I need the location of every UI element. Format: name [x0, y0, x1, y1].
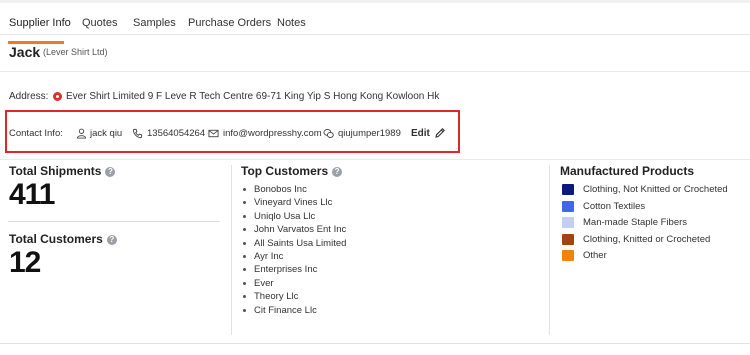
edit-contact-button[interactable]: Edit [411, 128, 430, 139]
phone-icon [132, 128, 143, 139]
list-item: Ayr Inc [241, 251, 346, 264]
top-customers-list: Bonobos Inc Vineyard Vines Llc Uniqlo Us… [241, 184, 346, 318]
supplier-company: (Lever Shirt Ltd) [43, 47, 108, 57]
help-icon[interactable]: ? [105, 167, 116, 177]
tab-purchase-orders[interactable]: Purchase Orders [188, 17, 271, 29]
manufactured-products-title: Manufactured Products [560, 164, 695, 178]
tab-samples[interactable]: Samples [133, 17, 176, 29]
column-divider [231, 165, 232, 335]
legend-label: Other [583, 250, 607, 262]
tab-notes[interactable]: Notes [277, 17, 306, 29]
legend-swatch [562, 217, 574, 229]
list-item: John Varvatos Ent Inc [241, 224, 346, 237]
legend-swatch [562, 250, 574, 262]
legend-label: Cotton Textiles [583, 200, 646, 212]
legend-swatch [562, 200, 574, 212]
contact-chat-id: qiujumper1989 [338, 128, 401, 139]
list-item: Cit Finance Llc [241, 305, 346, 318]
address-value: Ever Shirt Limited 9 F Leve R Tech Centr… [66, 91, 440, 102]
total-customers-title: Total Customers? [9, 232, 117, 246]
address-label: Address: [9, 91, 49, 102]
total-shipments-value: 411 [9, 178, 55, 211]
pencil-icon[interactable] [434, 127, 446, 139]
divider [0, 343, 750, 344]
mail-icon [208, 129, 219, 138]
location-pin-icon [53, 92, 62, 101]
top-border [0, 0, 750, 3]
contact-label: Contact Info: [9, 128, 63, 139]
tab-quotes[interactable]: Quotes [82, 17, 117, 29]
tab-bar: Supplier Info Quotes Samples Purchase Or… [0, 10, 750, 44]
total-shipments-label: Total Shipments [9, 164, 102, 178]
divider [8, 221, 220, 222]
total-customers-value: 12 [9, 246, 41, 279]
contact-email[interactable]: info@wordpresshy.com [223, 128, 322, 139]
legend-label: Clothing, Not Knitted or Crocheted [583, 184, 728, 195]
top-customers-label: Top Customers [241, 164, 329, 178]
legend-swatch [562, 184, 574, 195]
list-item: All Saints Usa Limited [241, 238, 346, 251]
list-item: Uniqlo Usa Llc [241, 211, 346, 224]
list-item: Bonobos Inc [241, 184, 346, 197]
legend-label: Man-made Staple Fibers [583, 217, 688, 229]
list-item: Theory Llc [241, 291, 346, 304]
tab-supplier-info[interactable]: Supplier Info [9, 17, 71, 29]
contact-phone: 13564054264 [147, 128, 206, 139]
supplier-name: Jack [9, 44, 41, 60]
divider [0, 159, 750, 160]
total-customers-label: Total Customers [9, 232, 103, 246]
help-icon[interactable]: ? [106, 235, 117, 245]
list-item: Enterprises Inc [241, 264, 346, 277]
column-divider [549, 165, 550, 335]
total-shipments-title: Total Shipments? [9, 164, 116, 178]
chat-icon [323, 129, 334, 138]
list-item: Ever [241, 278, 346, 291]
legend-swatch [562, 233, 574, 245]
list-item: Vineyard Vines Llc [241, 197, 346, 210]
legend-label: Clothing, Knitted or Crocheted [583, 233, 711, 245]
help-icon[interactable]: ? [332, 167, 343, 177]
divider [0, 71, 750, 72]
top-customers-title: Top Customers? [241, 164, 343, 178]
contact-person: jack qiu [90, 128, 123, 139]
person-icon [76, 128, 87, 139]
